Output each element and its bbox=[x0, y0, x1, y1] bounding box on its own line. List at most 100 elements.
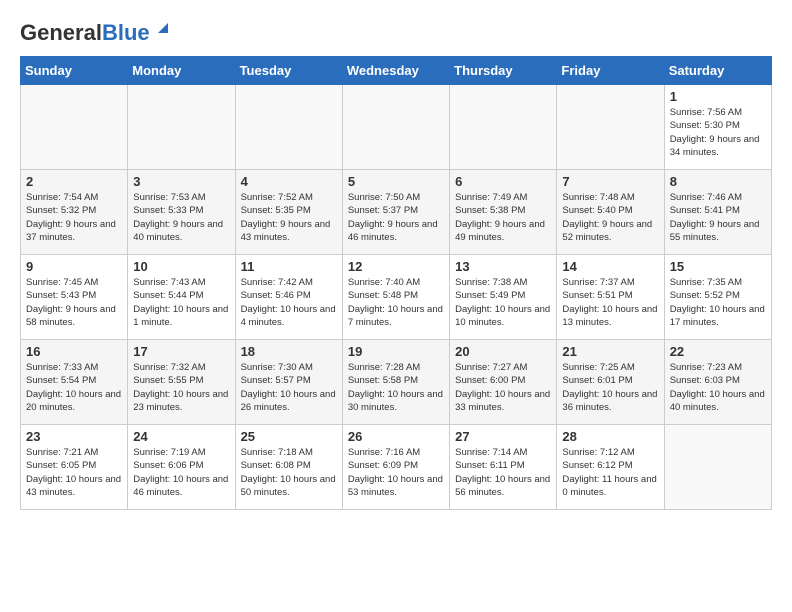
day-number: 7 bbox=[562, 174, 658, 189]
calendar-cell: 19 Sunrise: 7:28 AM Sunset: 5:58 PM Dayli… bbox=[342, 340, 449, 425]
day-number: 10 bbox=[133, 259, 229, 274]
calendar-cell: 18 Sunrise: 7:30 AM Sunset: 5:57 PM Dayli… bbox=[235, 340, 342, 425]
calendar-cell: 26 Sunrise: 7:16 AM Sunset: 6:09 PM Dayli… bbox=[342, 425, 449, 510]
calendar-cell: 2 Sunrise: 7:54 AM Sunset: 5:32 PM Daylig… bbox=[21, 170, 128, 255]
calendar-cell: 5 Sunrise: 7:50 AM Sunset: 5:37 PM Daylig… bbox=[342, 170, 449, 255]
day-info: Sunrise: 7:38 AM Sunset: 5:49 PM Dayligh… bbox=[455, 276, 551, 329]
day-info: Sunrise: 7:43 AM Sunset: 5:44 PM Dayligh… bbox=[133, 276, 229, 329]
day-info: Sunrise: 7:40 AM Sunset: 5:48 PM Dayligh… bbox=[348, 276, 444, 329]
day-number: 13 bbox=[455, 259, 551, 274]
day-info: Sunrise: 7:27 AM Sunset: 6:00 PM Dayligh… bbox=[455, 361, 551, 414]
day-number: 28 bbox=[562, 429, 658, 444]
day-info: Sunrise: 7:33 AM Sunset: 5:54 PM Dayligh… bbox=[26, 361, 122, 414]
day-number: 11 bbox=[241, 259, 337, 274]
weekday-header-row: SundayMondayTuesdayWednesdayThursdayFrid… bbox=[21, 57, 772, 85]
day-number: 14 bbox=[562, 259, 658, 274]
weekday-header-tuesday: Tuesday bbox=[235, 57, 342, 85]
day-info: Sunrise: 7:19 AM Sunset: 6:06 PM Dayligh… bbox=[133, 446, 229, 499]
calendar-cell: 27 Sunrise: 7:14 AM Sunset: 6:11 PM Dayli… bbox=[450, 425, 557, 510]
calendar-cell: 8 Sunrise: 7:46 AM Sunset: 5:41 PM Daylig… bbox=[664, 170, 771, 255]
day-info: Sunrise: 7:28 AM Sunset: 5:58 PM Dayligh… bbox=[348, 361, 444, 414]
calendar-cell bbox=[128, 85, 235, 170]
calendar-cell: 15Sunrise: 7:35 AM Sunset: 5:52 PM Dayli… bbox=[664, 255, 771, 340]
day-info: Sunrise: 7:56 AM Sunset: 5:30 PM Dayligh… bbox=[670, 106, 766, 159]
day-info: Sunrise: 7:32 AM Sunset: 5:55 PM Dayligh… bbox=[133, 361, 229, 414]
day-number: 2 bbox=[26, 174, 122, 189]
day-number: 4 bbox=[241, 174, 337, 189]
day-number: 5 bbox=[348, 174, 444, 189]
calendar-cell: 3 Sunrise: 7:53 AM Sunset: 5:33 PM Daylig… bbox=[128, 170, 235, 255]
calendar-cell: 23 Sunrise: 7:21 AM Sunset: 6:05 PM Dayli… bbox=[21, 425, 128, 510]
calendar-cell: 11 Sunrise: 7:42 AM Sunset: 5:46 PM Dayli… bbox=[235, 255, 342, 340]
calendar-cell bbox=[664, 425, 771, 510]
day-info: Sunrise: 7:42 AM Sunset: 5:46 PM Dayligh… bbox=[241, 276, 337, 329]
day-number: 16 bbox=[26, 344, 122, 359]
weekday-header-wednesday: Wednesday bbox=[342, 57, 449, 85]
day-number: 17 bbox=[133, 344, 229, 359]
week-row-5: 23 Sunrise: 7:21 AM Sunset: 6:05 PM Dayli… bbox=[21, 425, 772, 510]
day-info: Sunrise: 7:16 AM Sunset: 6:09 PM Dayligh… bbox=[348, 446, 444, 499]
day-number: 26 bbox=[348, 429, 444, 444]
calendar-cell: 6 Sunrise: 7:49 AM Sunset: 5:38 PM Daylig… bbox=[450, 170, 557, 255]
calendar-cell: 7 Sunrise: 7:48 AM Sunset: 5:40 PM Daylig… bbox=[557, 170, 664, 255]
week-row-2: 2 Sunrise: 7:54 AM Sunset: 5:32 PM Daylig… bbox=[21, 170, 772, 255]
weekday-header-sunday: Sunday bbox=[21, 57, 128, 85]
day-info: Sunrise: 7:49 AM Sunset: 5:38 PM Dayligh… bbox=[455, 191, 551, 244]
calendar-cell: 20 Sunrise: 7:27 AM Sunset: 6:00 PM Dayli… bbox=[450, 340, 557, 425]
calendar-cell: 13 Sunrise: 7:38 AM Sunset: 5:49 PM Dayli… bbox=[450, 255, 557, 340]
day-info: Sunrise: 7:12 AM Sunset: 6:12 PM Dayligh… bbox=[562, 446, 658, 499]
calendar-cell: 10 Sunrise: 7:43 AM Sunset: 5:44 PM Dayli… bbox=[128, 255, 235, 340]
day-number: 25 bbox=[241, 429, 337, 444]
week-row-4: 16 Sunrise: 7:33 AM Sunset: 5:54 PM Dayli… bbox=[21, 340, 772, 425]
day-number: 8 bbox=[670, 174, 766, 189]
day-number: 23 bbox=[26, 429, 122, 444]
calendar-cell: 17 Sunrise: 7:32 AM Sunset: 5:55 PM Dayli… bbox=[128, 340, 235, 425]
day-info: Sunrise: 7:48 AM Sunset: 5:40 PM Dayligh… bbox=[562, 191, 658, 244]
calendar-cell: 25 Sunrise: 7:18 AM Sunset: 6:08 PM Dayli… bbox=[235, 425, 342, 510]
day-number: 27 bbox=[455, 429, 551, 444]
day-info: Sunrise: 7:21 AM Sunset: 6:05 PM Dayligh… bbox=[26, 446, 122, 499]
logo-arrow-icon bbox=[154, 19, 172, 37]
calendar-cell: 4 Sunrise: 7:52 AM Sunset: 5:35 PM Daylig… bbox=[235, 170, 342, 255]
calendar-cell bbox=[21, 85, 128, 170]
day-number: 24 bbox=[133, 429, 229, 444]
day-info: Sunrise: 7:50 AM Sunset: 5:37 PM Dayligh… bbox=[348, 191, 444, 244]
calendar-cell bbox=[450, 85, 557, 170]
calendar-cell bbox=[557, 85, 664, 170]
weekday-header-saturday: Saturday bbox=[664, 57, 771, 85]
day-number: 12 bbox=[348, 259, 444, 274]
weekday-header-friday: Friday bbox=[557, 57, 664, 85]
day-number: 19 bbox=[348, 344, 444, 359]
day-info: Sunrise: 7:46 AM Sunset: 5:41 PM Dayligh… bbox=[670, 191, 766, 244]
day-number: 3 bbox=[133, 174, 229, 189]
weekday-header-monday: Monday bbox=[128, 57, 235, 85]
day-number: 22 bbox=[670, 344, 766, 359]
calendar-cell bbox=[235, 85, 342, 170]
day-info: Sunrise: 7:53 AM Sunset: 5:33 PM Dayligh… bbox=[133, 191, 229, 244]
day-info: Sunrise: 7:18 AM Sunset: 6:08 PM Dayligh… bbox=[241, 446, 337, 499]
calendar-cell: 22Sunrise: 7:23 AM Sunset: 6:03 PM Dayli… bbox=[664, 340, 771, 425]
calendar-cell: 12 Sunrise: 7:40 AM Sunset: 5:48 PM Dayli… bbox=[342, 255, 449, 340]
day-number: 6 bbox=[455, 174, 551, 189]
day-number: 9 bbox=[26, 259, 122, 274]
day-number: 21 bbox=[562, 344, 658, 359]
calendar-table: SundayMondayTuesdayWednesdayThursdayFrid… bbox=[20, 56, 772, 510]
calendar-cell: 16 Sunrise: 7:33 AM Sunset: 5:54 PM Dayli… bbox=[21, 340, 128, 425]
day-number: 20 bbox=[455, 344, 551, 359]
page-header: GeneralBlue bbox=[20, 20, 772, 46]
calendar-cell: 28 Sunrise: 7:12 AM Sunset: 6:12 PM Dayli… bbox=[557, 425, 664, 510]
day-info: Sunrise: 7:54 AM Sunset: 5:32 PM Dayligh… bbox=[26, 191, 122, 244]
week-row-1: 1 Sunrise: 7:56 AM Sunset: 5:30 PM Daylig… bbox=[21, 85, 772, 170]
day-info: Sunrise: 7:14 AM Sunset: 6:11 PM Dayligh… bbox=[455, 446, 551, 499]
calendar-cell: 14Sunrise: 7:37 AM Sunset: 5:51 PM Dayli… bbox=[557, 255, 664, 340]
calendar-cell bbox=[342, 85, 449, 170]
day-info: Sunrise: 7:52 AM Sunset: 5:35 PM Dayligh… bbox=[241, 191, 337, 244]
week-row-3: 9Sunrise: 7:45 AM Sunset: 5:43 PM Daylig… bbox=[21, 255, 772, 340]
day-info: Sunrise: 7:35 AM Sunset: 5:52 PM Dayligh… bbox=[670, 276, 766, 329]
day-info: Sunrise: 7:30 AM Sunset: 5:57 PM Dayligh… bbox=[241, 361, 337, 414]
day-number: 18 bbox=[241, 344, 337, 359]
logo: GeneralBlue bbox=[20, 20, 172, 46]
day-number: 1 bbox=[670, 89, 766, 104]
calendar-cell: 21Sunrise: 7:25 AM Sunset: 6:01 PM Dayli… bbox=[557, 340, 664, 425]
logo-text: GeneralBlue bbox=[20, 20, 150, 46]
